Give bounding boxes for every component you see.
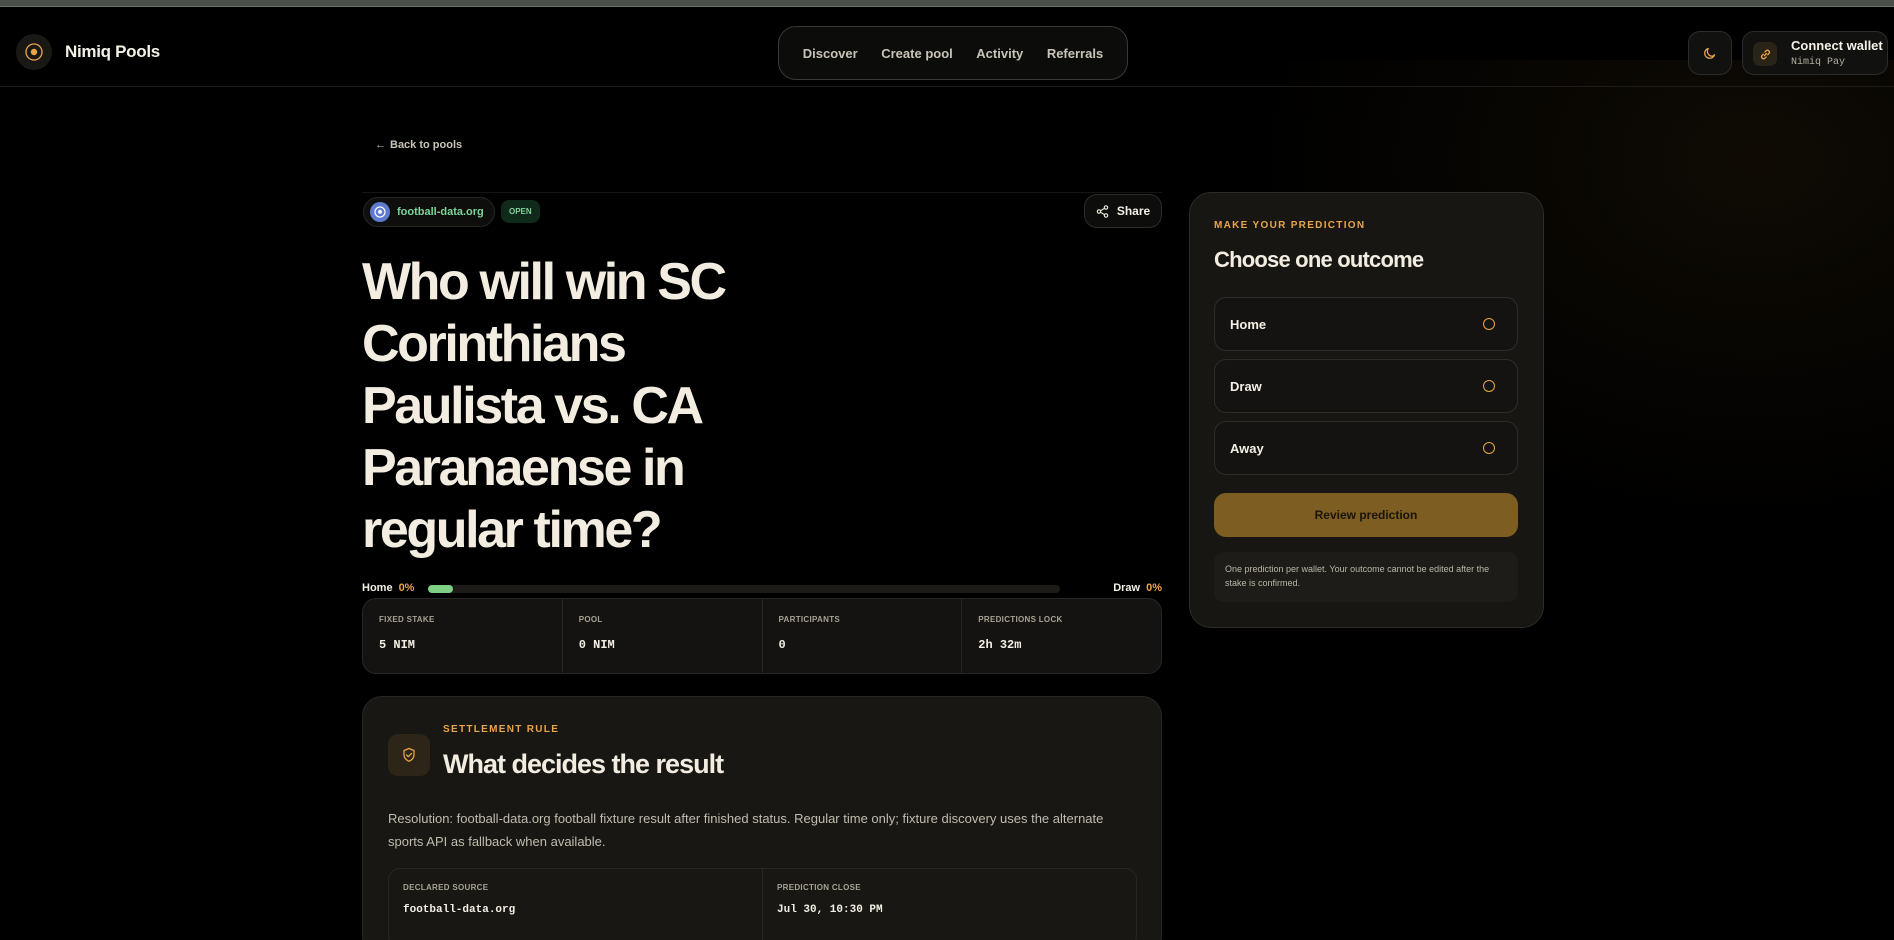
divider (362, 192, 1162, 193)
share-label: Share (1116, 204, 1151, 218)
option-label: Draw (1230, 379, 1262, 394)
prediction-panel: MAKE YOUR PREDICTION Choose one outcome … (1189, 192, 1544, 628)
source-logo-icon (370, 202, 390, 222)
nav-activity[interactable]: Activity (976, 46, 1023, 61)
stat-label: PARTICIPANTS (778, 615, 841, 624)
prediction-title: Choose one outcome (1214, 247, 1424, 272)
odds-draw-pct: 0% (1146, 582, 1162, 594)
wallet-subtitle: Nimiq Pay (1791, 57, 1846, 68)
outcome-option-draw[interactable]: Draw (1214, 359, 1518, 413)
back-to-pools-link[interactable]: ← Back to pools (375, 139, 462, 151)
odds-home-label: Home (362, 582, 393, 594)
radio-icon[interactable] (1483, 380, 1495, 392)
arrow-left-icon: ← (375, 139, 386, 151)
source-pill[interactable]: football-data.org (363, 197, 495, 227)
status-badge: OPEN (501, 200, 540, 223)
review-prediction-button[interactable]: Review prediction (1214, 493, 1518, 537)
field-value: Jul 30, 10:30 PM (777, 904, 883, 916)
option-label: Away (1230, 441, 1264, 456)
share-icon (1096, 204, 1109, 218)
connect-wallet-button[interactable]: Connect wallet Nimiq Pay (1742, 31, 1888, 75)
stat-value: 0 (778, 638, 786, 652)
odds-home-pct: 0% (398, 582, 415, 594)
settlement-eyebrow: SETTLEMENT RULE (443, 724, 560, 735)
stat-fixed-stake: FIXED STAKE 5 NIM (363, 599, 563, 673)
outcome-option-away[interactable]: Away (1214, 421, 1518, 475)
stat-value: 5 NIM (379, 638, 416, 652)
nav-referrals[interactable]: Referrals (1047, 46, 1103, 61)
field-declared-source: DECLARED SOURCE football-data.org (389, 869, 763, 940)
settlement-card: SETTLEMENT RULE What decides the result … (362, 696, 1162, 940)
prediction-eyebrow: MAKE YOUR PREDICTION (1214, 220, 1366, 231)
pool-stats: FIXED STAKE 5 NIM POOL 0 NIM PARTICIPANT… (362, 598, 1162, 674)
theme-toggle-button[interactable] (1688, 31, 1732, 75)
field-label: PREDICTION CLOSE (777, 883, 861, 892)
nav-create-pool[interactable]: Create pool (881, 46, 953, 61)
stat-label: POOL (578, 615, 603, 624)
stat-label: PREDICTIONS LOCK (978, 615, 1063, 624)
outcome-option-home[interactable]: Home (1214, 297, 1518, 351)
odds-draw-label: Draw (1113, 582, 1141, 594)
moon-icon (1704, 47, 1716, 59)
field-value: football-data.org (403, 904, 516, 916)
settlement-title: What decides the result (443, 749, 724, 779)
share-button[interactable]: Share (1084, 194, 1162, 228)
nimiq-logo-icon (16, 34, 52, 70)
option-label: Home (1230, 317, 1267, 332)
stat-value: 2h 32m (978, 638, 1022, 652)
odds-bar: Home 0% Draw 0% (362, 582, 1162, 596)
source-label: football-data.org (397, 206, 484, 218)
browser-top-strip (0, 0, 1894, 7)
stat-participants: PARTICIPANTS 0 (763, 599, 963, 673)
radio-icon[interactable] (1483, 442, 1495, 454)
odds-home: Home 0% (362, 582, 414, 594)
settlement-fields: DECLARED SOURCE football-data.org PREDIC… (388, 868, 1137, 940)
wallet-title: Connect wallet (1791, 38, 1883, 53)
odds-track (428, 585, 1060, 593)
odds-fill (428, 585, 454, 593)
main-nav: Discover Create pool Activity Referrals (778, 26, 1128, 80)
nav-discover[interactable]: Discover (803, 46, 858, 61)
top-header: Nimiq Pools Discover Create pool Activit… (0, 7, 1894, 87)
pool-title: Who will win SC Corinthians Paulista vs.… (362, 253, 727, 559)
shield-check-icon (388, 734, 430, 776)
stat-pool: POOL 0 NIM (563, 599, 763, 673)
stat-value: 0 NIM (578, 638, 615, 652)
odds-draw: Draw 0% (1113, 582, 1162, 594)
back-label: Back to pools (390, 139, 463, 151)
brand[interactable]: Nimiq Pools (16, 34, 160, 70)
field-label: DECLARED SOURCE (403, 883, 489, 892)
radio-icon[interactable] (1483, 318, 1495, 330)
settlement-description: Resolution: football-data.org football f… (388, 811, 1104, 849)
prediction-note: One prediction per wallet. Your outcome … (1214, 552, 1518, 602)
field-prediction-close: PREDICTION CLOSE Jul 30, 10:30 PM (763, 869, 1136, 940)
brand-name: Nimiq Pools (65, 42, 160, 61)
link-icon (1753, 42, 1777, 66)
stat-label: FIXED STAKE (379, 615, 435, 624)
stat-predictions-lock: PREDICTIONS LOCK 2h 32m (962, 599, 1161, 673)
